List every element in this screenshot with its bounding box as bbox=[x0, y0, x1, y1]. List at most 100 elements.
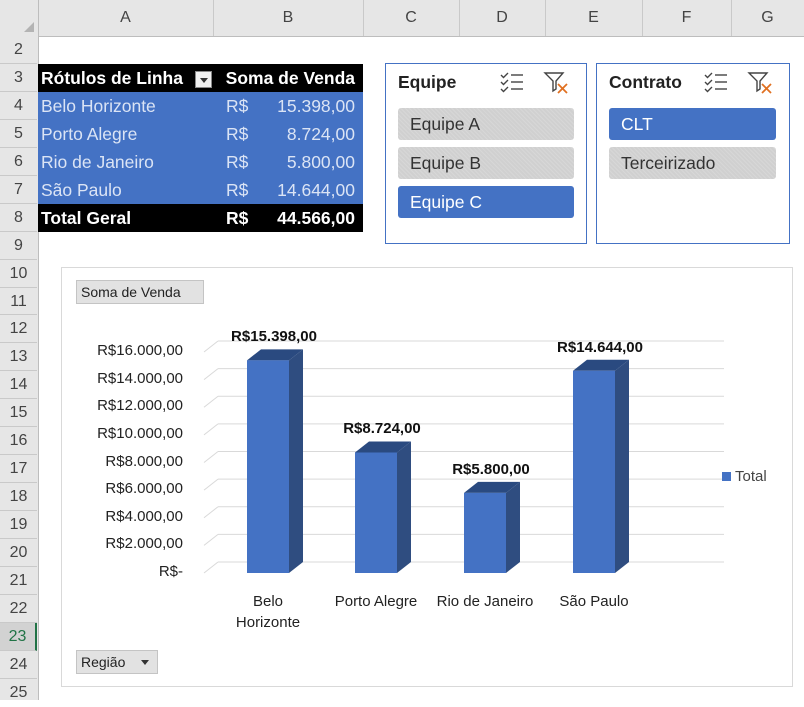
slicer-item-equipe-b[interactable]: Equipe B bbox=[398, 147, 574, 179]
bar-side bbox=[615, 359, 629, 573]
gridline-diagonal bbox=[203, 533, 219, 546]
gridline-diagonal bbox=[203, 451, 219, 463]
data-label: R$15.398,00 bbox=[231, 328, 317, 346]
slicer-item-terceirizado[interactable]: Terceirizado bbox=[609, 147, 776, 179]
row-header-22[interactable]: 22 bbox=[0, 595, 37, 623]
multi-select-icon[interactable] bbox=[499, 70, 525, 94]
slicer-item-equipe-c[interactable]: Equipe C bbox=[398, 186, 574, 218]
row-header-7[interactable]: 7 bbox=[0, 176, 37, 204]
row-header-19[interactable]: 19 bbox=[0, 511, 37, 539]
x-axis: Belo Horizonte Porto Alegre Rio de Janeiro S… bbox=[62, 268, 629, 631]
row-header-10[interactable]: 10 bbox=[0, 260, 37, 288]
column-header-e[interactable]: E bbox=[545, 0, 643, 36]
pivot-row-labels-header[interactable]: Rótulos de Linha bbox=[41, 64, 183, 92]
select-all-corner[interactable] bbox=[0, 0, 39, 36]
pivot-chart[interactable]: Soma de Venda Região R$- R$2.000,00 R$4.00… bbox=[61, 267, 793, 687]
column-header-a[interactable]: A bbox=[38, 0, 214, 36]
bar-side bbox=[397, 441, 411, 573]
column-header-f[interactable]: F bbox=[642, 0, 732, 36]
data-label: R$8.724,00 bbox=[343, 420, 421, 438]
pivot-row-value: 15.398,00 bbox=[277, 96, 355, 116]
row-header-9[interactable]: 9 bbox=[0, 232, 37, 260]
row-header-20[interactable]: 20 bbox=[0, 539, 37, 567]
row-header-12[interactable]: 12 bbox=[0, 315, 37, 343]
row-header-23-selected[interactable]: 23 bbox=[0, 623, 37, 651]
data-label: R$5.800,00 bbox=[452, 460, 530, 478]
row-header-18[interactable]: 18 bbox=[0, 483, 37, 511]
row-header-13[interactable]: 13 bbox=[0, 343, 37, 371]
pivot-row-currency: R$ bbox=[226, 124, 249, 144]
slicer-title: Equipe bbox=[398, 72, 457, 92]
row-header-2[interactable]: 2 bbox=[0, 36, 37, 64]
multi-select-icon[interactable] bbox=[703, 70, 729, 94]
pivot-total-label: Total Geral bbox=[41, 208, 132, 228]
pivot-row-currency: R$ bbox=[226, 96, 249, 116]
gridline-diagonal bbox=[203, 423, 219, 436]
row-header-8[interactable]: 8 bbox=[0, 204, 37, 232]
row-header-16[interactable]: 16 bbox=[0, 427, 37, 455]
pivot-row-currency: R$ bbox=[226, 180, 249, 200]
pivot-row[interactable]: São Paulo R$ 14.644,00 bbox=[38, 176, 363, 204]
pivot-total-currency: R$ bbox=[226, 208, 249, 228]
x-category-line: São Paulo bbox=[559, 593, 629, 610]
row-header-14[interactable]: 14 bbox=[0, 371, 37, 399]
pivot-total-value: 44.566,00 bbox=[277, 208, 355, 228]
gridline-diagonal bbox=[203, 340, 219, 353]
bar bbox=[247, 360, 289, 573]
clear-filter-icon[interactable] bbox=[747, 70, 773, 94]
pivot-row[interactable]: Porto Alegre R$ 8.724,00 bbox=[38, 120, 363, 148]
pivot-row-value: 14.644,00 bbox=[277, 180, 355, 200]
gridline-diagonal bbox=[203, 395, 219, 408]
pivot-header-row: Rótulos de Linha Soma de Venda bbox=[38, 64, 363, 92]
chart-legend: Total bbox=[722, 468, 767, 485]
filter-dropdown-icon[interactable] bbox=[195, 71, 212, 88]
clear-filter-icon[interactable] bbox=[543, 70, 569, 94]
column-header-g[interactable]: G bbox=[731, 0, 804, 36]
bar-side bbox=[289, 349, 303, 573]
pivot-row-label: Porto Alegre bbox=[41, 124, 138, 144]
pivot-row-label: São Paulo bbox=[41, 180, 122, 200]
row-header-6[interactable]: 6 bbox=[0, 148, 37, 176]
x-category-line: Belo bbox=[252, 593, 284, 610]
column-header-d[interactable]: D bbox=[459, 0, 546, 36]
row-header-3[interactable]: 3 bbox=[0, 64, 37, 92]
bar-side bbox=[506, 481, 520, 573]
gridline-diagonal bbox=[203, 478, 219, 491]
gridline-diagonal bbox=[203, 561, 219, 574]
pivot-row-value: 5.800,00 bbox=[286, 152, 355, 172]
row-header-5[interactable]: 5 bbox=[0, 120, 37, 148]
row-header-21[interactable]: 21 bbox=[0, 567, 37, 595]
pivot-row-label: Belo Horizonte bbox=[41, 96, 156, 116]
x-category-label: Belo Horizonte bbox=[213, 591, 323, 633]
chart-plot-area bbox=[203, 340, 724, 574]
slicer-equipe: Equipe Equipe A Equipe B Equipe C bbox=[385, 63, 587, 244]
x-category-line: Horizonte bbox=[235, 614, 301, 631]
row-header-11[interactable]: 11 bbox=[0, 288, 37, 315]
row-header-24[interactable]: 24 bbox=[0, 651, 37, 679]
row-header-17[interactable]: 17 bbox=[0, 455, 37, 483]
row-header-25[interactable]: 25 bbox=[0, 679, 37, 701]
x-category-label: Rio de Janeiro bbox=[430, 591, 540, 612]
x-category-line: Rio de Janeiro bbox=[436, 593, 534, 610]
pivot-row-currency: R$ bbox=[226, 152, 249, 172]
column-header-c[interactable]: C bbox=[363, 0, 460, 36]
column-header-bar: A B C D E F G bbox=[0, 0, 804, 37]
slicer-title: Contrato bbox=[609, 72, 682, 92]
slicer-item-clt[interactable]: CLT bbox=[609, 108, 776, 140]
pivot-total-row[interactable]: Total Geral R$ 44.566,00 bbox=[38, 204, 363, 232]
slicer-contrato: Contrato CLT Terceirizado bbox=[596, 63, 790, 244]
row-header-15[interactable]: 15 bbox=[0, 399, 37, 427]
pivot-row[interactable]: Rio de Janeiro R$ 5.800,00 bbox=[38, 148, 363, 176]
row-header-4[interactable]: 4 bbox=[0, 92, 37, 120]
bar bbox=[355, 452, 397, 573]
pivot-row[interactable]: Belo Horizonte R$ 15.398,00 bbox=[38, 92, 363, 120]
gridline-diagonal bbox=[203, 368, 219, 381]
bar bbox=[464, 492, 506, 573]
row-header-bar: 2 3 4 5 6 7 8 9 10 11 12 13 14 15 16 17 … bbox=[0, 36, 39, 701]
pivot-row-value: 8.724,00 bbox=[286, 124, 355, 144]
bar bbox=[573, 370, 615, 573]
slicer-item-equipe-a[interactable]: Equipe A bbox=[398, 108, 574, 140]
pivot-sum-header[interactable]: Soma de Venda bbox=[226, 64, 355, 92]
legend-entry-total: Total bbox=[735, 468, 767, 485]
column-header-b[interactable]: B bbox=[213, 0, 364, 36]
